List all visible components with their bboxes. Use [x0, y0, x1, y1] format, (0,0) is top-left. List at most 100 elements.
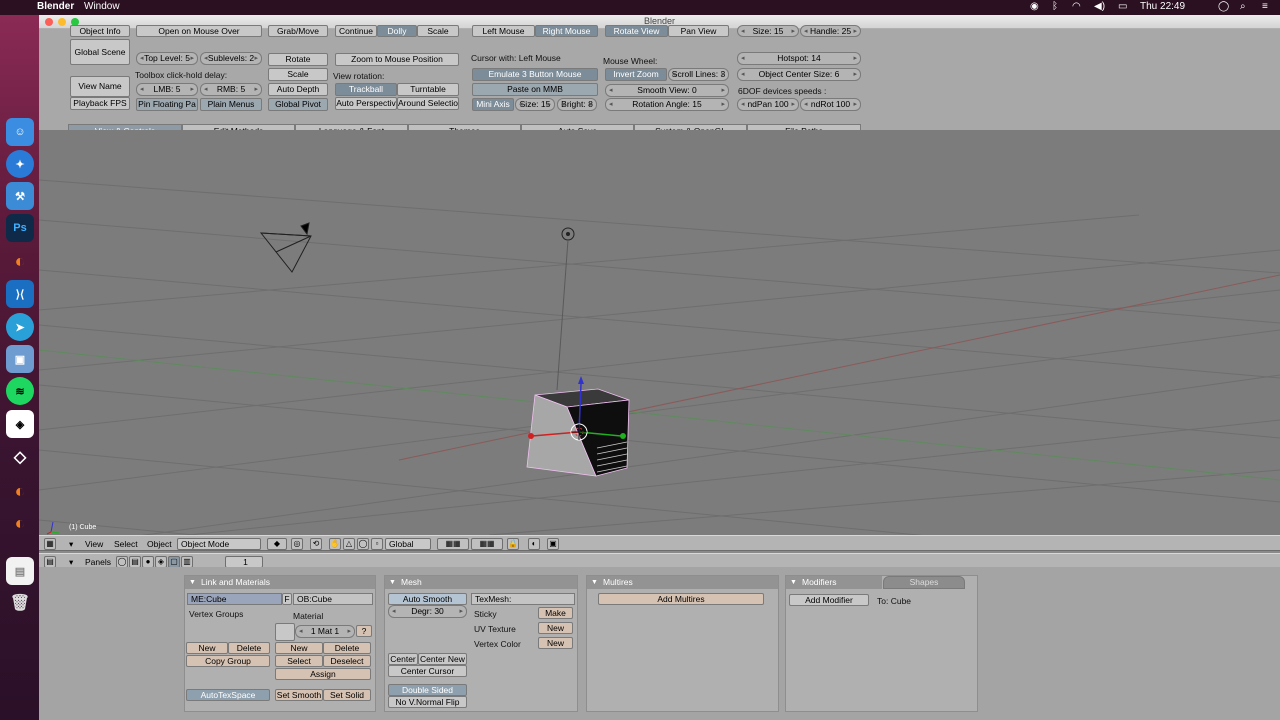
screenshot-icon[interactable]: ▣: [547, 538, 559, 550]
texmesh-field[interactable]: TexMesh:: [471, 593, 575, 605]
copy-group-button[interactable]: Copy Group: [186, 655, 270, 667]
center-cursor-button[interactable]: Center Cursor: [388, 665, 467, 677]
volume-icon[interactable]: ◀): [1094, 1, 1105, 12]
blender-icon[interactable]: ◐: [6, 247, 34, 275]
scale-icon[interactable]: ▫: [371, 538, 383, 550]
uv-texture-new-button[interactable]: New: [538, 622, 573, 634]
sticky-make-button[interactable]: Make: [538, 607, 573, 619]
shapes-tab[interactable]: Shapes: [883, 576, 965, 589]
lmb-field[interactable]: LMB: 5: [136, 83, 198, 96]
hotspot-field[interactable]: Hotspot: 14: [737, 52, 861, 65]
center-button[interactable]: Center: [388, 653, 418, 665]
search-icon[interactable]: ⌕: [1240, 1, 1246, 12]
editor-type-icon[interactable]: ▦: [44, 538, 56, 550]
auto-smooth-toggle[interactable]: Auto Smooth: [388, 593, 467, 605]
double-sided-toggle[interactable]: Double Sided: [388, 684, 467, 696]
3d-viewport[interactable]: (1) Cube: [39, 130, 1280, 535]
emulate-3-button-toggle[interactable]: Emulate 3 Button Mouse: [472, 68, 598, 81]
blender-icon[interactable]: ◐: [6, 477, 34, 505]
status-app-icon[interactable]: ◉: [1030, 1, 1039, 12]
user-icon[interactable]: ◯: [1218, 1, 1229, 12]
menu-list-icon[interactable]: ≡: [1262, 1, 1268, 12]
xcode-icon[interactable]: ⚒: [6, 182, 34, 210]
spotify-icon[interactable]: ≋: [6, 377, 34, 405]
ndrot-field[interactable]: ndRot 100: [800, 98, 861, 111]
grab-move-toggle[interactable]: Grab/Move: [268, 25, 328, 37]
mini-axis-size-field[interactable]: Size: 15: [515, 98, 555, 111]
lock-icon[interactable]: 🔒: [507, 538, 519, 550]
playback-fps-toggle[interactable]: Playback FPS: [70, 97, 130, 110]
panel-header[interactable]: Link and Materials: [185, 576, 375, 589]
rotate-icon[interactable]: ◯: [357, 538, 369, 550]
manipulator-handle-field[interactable]: Handle: 25: [800, 25, 861, 37]
layers-row-2[interactable]: ▦▦: [471, 538, 503, 550]
add-modifier-button[interactable]: Add Modifier: [789, 594, 869, 606]
vertex-group-new-button[interactable]: New: [186, 642, 228, 654]
preview-icon[interactable]: ▣: [6, 345, 34, 373]
object-info-toggle[interactable]: Object Info: [70, 25, 130, 37]
paste-on-mmb-toggle[interactable]: Paste on MMB: [472, 83, 598, 96]
material-select-button[interactable]: Select: [275, 655, 323, 667]
layers-row-1[interactable]: ▦▦: [437, 538, 469, 550]
draw-type-icon[interactable]: ◆: [267, 538, 287, 550]
set-solid-button[interactable]: Set Solid: [323, 689, 371, 701]
ndpan-field[interactable]: ndPan 100: [737, 98, 799, 111]
orientation-selector[interactable]: Global: [385, 538, 431, 550]
sublevels-field[interactable]: Sublevels: 2: [200, 52, 262, 65]
material-help-button[interactable]: ?: [356, 625, 372, 637]
rotate-toggle[interactable]: Rotate: [268, 53, 328, 66]
material-new-button[interactable]: New: [275, 642, 323, 654]
menu-object[interactable]: Object: [147, 539, 172, 549]
no-v-normal-flip-toggle[interactable]: No V.Normal Flip: [388, 696, 467, 708]
auto-smooth-degrees-field[interactable]: Degr: 30: [388, 605, 467, 618]
rotate-view-option[interactable]: Rotate View: [605, 25, 668, 37]
rotation-angle-field[interactable]: Rotation Angle: 15: [605, 98, 729, 111]
mini-axis-toggle[interactable]: Mini Axis: [472, 98, 514, 111]
left-mouse-option[interactable]: Left Mouse: [472, 25, 535, 37]
mesh-datablock-field[interactable]: ME:Cube: [187, 593, 282, 605]
wifi-icon[interactable]: ◠: [1072, 1, 1081, 12]
finder-icon[interactable]: ☺: [6, 118, 34, 146]
unity-hub-icon[interactable]: ◇: [6, 443, 34, 471]
document-icon[interactable]: ▤: [6, 557, 34, 585]
plain-menus-toggle[interactable]: Plain Menus: [200, 98, 262, 111]
input-source-icon[interactable]: ▭: [1118, 1, 1127, 12]
pivot-icon[interactable]: ◎: [291, 538, 303, 550]
auto-perspective-toggle[interactable]: Auto Perspectiv: [335, 97, 397, 110]
manipulator-toggle-icon[interactable]: ⟲: [310, 538, 322, 550]
zoom-dolly-option[interactable]: Dolly: [377, 25, 417, 37]
manipulator-size-field[interactable]: Size: 15: [737, 25, 799, 37]
right-mouse-option[interactable]: Right Mouse: [535, 25, 598, 37]
hand-icon[interactable]: ✋: [329, 538, 341, 550]
safari-icon[interactable]: ✦: [6, 150, 34, 178]
vertex-color-new-button[interactable]: New: [538, 637, 573, 649]
menubar-clock[interactable]: Thu 22:49: [1140, 1, 1185, 12]
modifiers-tab[interactable]: Modifiers: [786, 576, 882, 589]
window-menu[interactable]: Window: [84, 1, 120, 12]
material-index-field[interactable]: 1 Mat 1: [295, 625, 355, 638]
set-smooth-button[interactable]: Set Smooth: [275, 689, 323, 701]
bluetooth-icon[interactable]: ᛒ: [1052, 1, 1058, 12]
app-menu[interactable]: Blender: [37, 1, 74, 12]
rmb-field[interactable]: RMB: 5: [200, 83, 262, 96]
pan-view-option[interactable]: Pan View: [668, 25, 729, 37]
blender-icon[interactable]: ◐: [6, 509, 34, 537]
open-on-mouse-over-toggle[interactable]: Open on Mouse Over: [136, 25, 262, 37]
trash-icon[interactable]: 🗑: [6, 589, 34, 617]
panel-header[interactable]: Mesh: [385, 576, 577, 589]
fake-user-button[interactable]: F: [282, 593, 292, 605]
smooth-view-field[interactable]: Smooth View: 0: [605, 84, 729, 97]
zoom-continue-option[interactable]: Continue: [335, 25, 377, 37]
zoom-scale-option[interactable]: Scale: [417, 25, 459, 37]
trackball-option[interactable]: Trackball: [335, 83, 397, 96]
global-scene-toggle[interactable]: Global Scene: [70, 39, 130, 65]
view-name-toggle[interactable]: View Name: [70, 76, 130, 97]
telegram-icon[interactable]: ➤: [6, 313, 34, 341]
material-color-swatch[interactable]: [275, 623, 295, 641]
scroll-lines-field[interactable]: Scroll Lines: 3: [668, 68, 729, 81]
auto-depth-toggle[interactable]: Auto Depth: [268, 83, 328, 96]
photoshop-icon[interactable]: Ps: [6, 214, 34, 242]
zoom-to-mouse-toggle[interactable]: Zoom to Mouse Position: [335, 53, 459, 66]
pin-floating-panels-toggle[interactable]: Pin Floating Pa: [136, 98, 198, 111]
unity-icon[interactable]: ◈: [6, 410, 34, 438]
